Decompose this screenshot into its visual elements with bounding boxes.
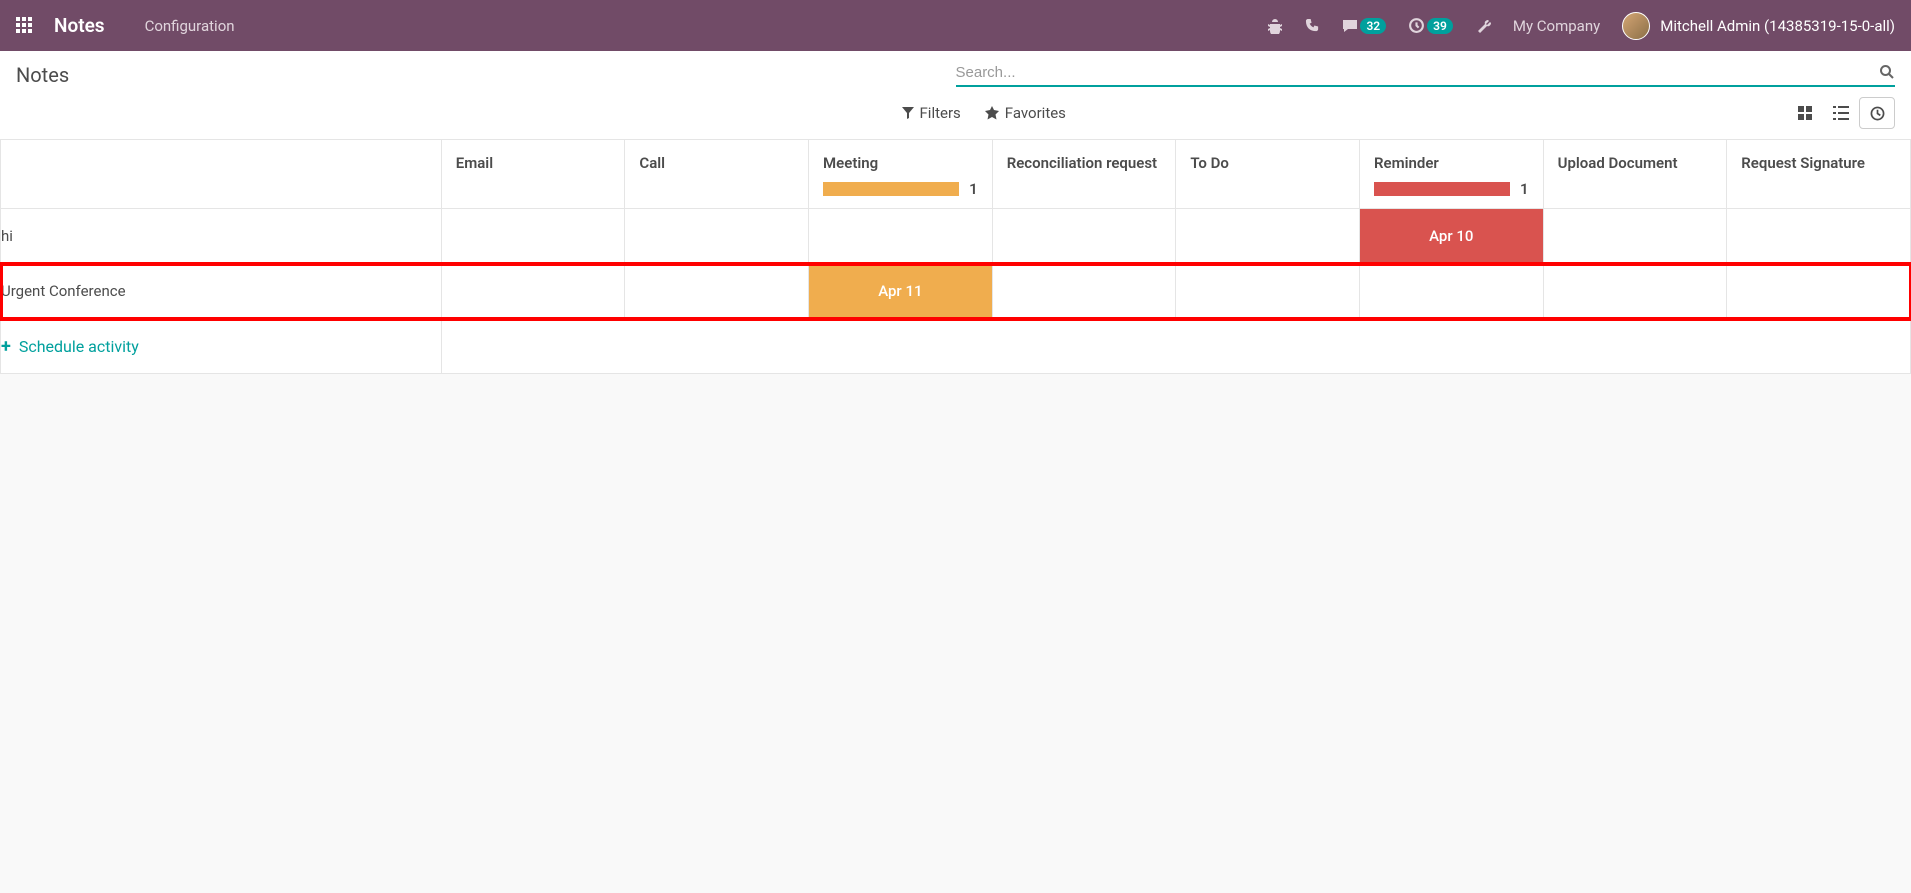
nav-configuration[interactable]: Configuration [145,17,235,35]
messages-icon[interactable]: 32 [1342,18,1386,34]
filter-icon [902,107,914,119]
cell-signature[interactable] [1727,209,1911,264]
favorites-label: Favorites [1005,104,1066,122]
list-icon [1833,106,1849,120]
cell-upload[interactable] [1543,264,1727,319]
filters-label: Filters [920,104,961,122]
search-icon[interactable] [1879,64,1895,80]
apps-icon[interactable] [16,17,34,35]
bug-icon[interactable] [1267,18,1283,34]
top-navbar: Notes Configuration 32 39 My Company Mit… [0,0,1911,51]
column-header-reminder[interactable]: Reminder 1 [1359,140,1543,209]
user-menu[interactable]: Mitchell Admin (14385319-15-0-all) [1622,12,1895,40]
cell-upload[interactable] [1543,209,1727,264]
column-header-reconciliation[interactable]: Reconciliation request [992,140,1176,209]
reminder-progress-bar [1374,182,1510,196]
company-name[interactable]: My Company [1513,17,1600,35]
cell-signature[interactable] [1727,264,1911,319]
cell-meeting[interactable]: Apr 11 [809,264,993,319]
cell-reminder[interactable]: Apr 10 [1359,209,1543,264]
kanban-icon [1798,106,1812,120]
meeting-progress-bar [823,182,959,196]
star-icon [985,106,999,120]
column-header-signature[interactable]: Request Signature [1727,140,1911,209]
username: Mitchell Admin (14385319-15-0-all) [1660,17,1895,35]
cell-email[interactable] [441,209,625,264]
app-brand[interactable]: Notes [54,14,105,37]
cell-call[interactable] [625,209,809,264]
cell-reminder[interactable] [1359,264,1543,319]
meeting-count: 1 [969,180,978,198]
table-row[interactable]: hi Apr 10 [1,209,1911,264]
schedule-activity-label: Schedule activity [19,337,139,356]
view-kanban-button[interactable] [1787,97,1823,129]
tools-icon[interactable] [1475,18,1491,34]
schedule-activity-row: + Schedule activity [1,319,1911,374]
column-header-email[interactable]: Email [441,140,625,209]
column-header-todo[interactable]: To Do [1176,140,1360,209]
clock-icon [1870,106,1885,121]
control-panel: Notes Filters Favorites [0,51,1911,139]
row-name-cell[interactable]: hi [1,209,442,264]
schedule-activity-button[interactable]: + Schedule activity [1,336,441,357]
row-name-cell[interactable]: Urgent Conference [1,264,442,319]
cell-email[interactable] [441,264,625,319]
view-list-button[interactable] [1823,97,1859,129]
column-header-call[interactable]: Call [625,140,809,209]
cell-reconciliation[interactable] [992,209,1176,264]
cell-reconciliation[interactable] [992,264,1176,319]
breadcrumb: Notes [16,63,956,87]
cell-todo[interactable] [1176,264,1360,319]
search-input[interactable] [956,64,1880,81]
search-bar[interactable] [956,64,1896,87]
phone-icon[interactable] [1305,18,1320,33]
cell-todo[interactable] [1176,209,1360,264]
activities-badge: 39 [1427,18,1453,34]
plus-icon: + [1,336,11,357]
cell-meeting[interactable] [809,209,993,264]
table-row[interactable]: Urgent Conference Apr 11 [1,264,1911,319]
column-header-name [1,140,442,209]
reminder-count: 1 [1520,180,1529,198]
cell-call[interactable] [625,264,809,319]
activities-icon[interactable]: 39 [1408,17,1453,34]
favorites-button[interactable]: Favorites [985,104,1066,122]
column-header-upload[interactable]: Upload Document [1543,140,1727,209]
activity-table: Email Call Meeting 1 Reconciliation requ… [0,139,1911,374]
messages-badge: 32 [1360,18,1386,34]
view-activity-button[interactable] [1859,97,1895,129]
filters-button[interactable]: Filters [902,104,961,122]
reminder-date-badge: Apr 10 [1360,209,1543,263]
avatar [1622,12,1650,40]
column-header-meeting[interactable]: Meeting 1 [809,140,993,209]
meeting-date-badge: Apr 11 [809,264,992,318]
